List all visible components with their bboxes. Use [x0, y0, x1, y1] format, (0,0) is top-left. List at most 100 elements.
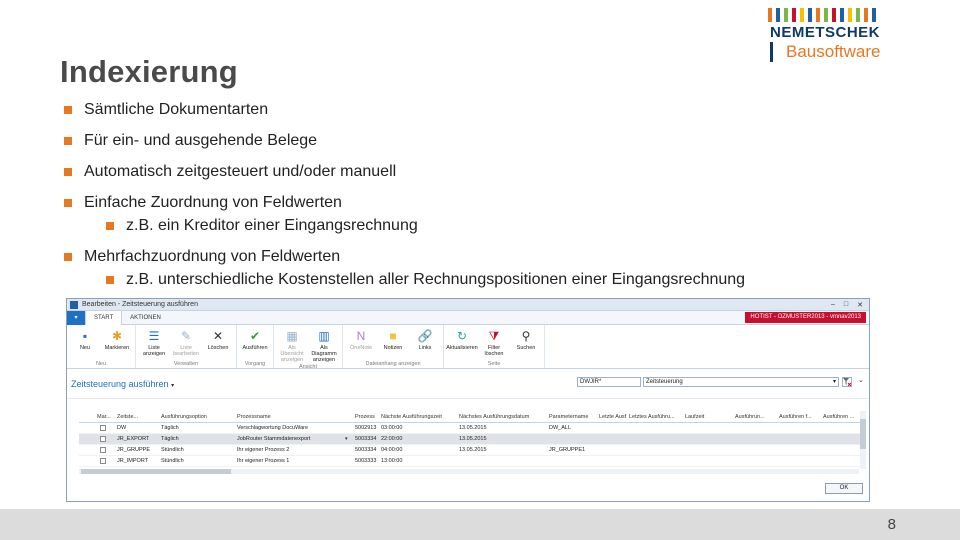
table-cell[interactable]: 13.05.2015	[457, 447, 547, 453]
table-cell[interactable]: Verschlagwortung DocuWare	[235, 425, 353, 431]
page-number: 8	[887, 516, 896, 533]
tab-start[interactable]: START	[85, 310, 123, 325]
column-header[interactable]: Letzte Ausf...	[597, 414, 627, 420]
table-cell[interactable]: JR_EXPORT	[115, 436, 159, 442]
chevron-down-icon[interactable]: ▾	[345, 436, 353, 442]
table-row[interactable]: JR_EXPORT Täglich JobRouter Stammdatenexpo…	[79, 434, 865, 445]
server-badge: HOTIST - OZMUSTER2013 - vmnav2013	[745, 312, 866, 323]
table-cell[interactable]: Stündlich	[159, 458, 235, 464]
column-header[interactable]: Prozess	[353, 414, 379, 420]
list-view-button[interactable]: ☰ Liste anzeigen	[138, 325, 170, 360]
clear-filter-button[interactable]	[842, 377, 852, 387]
logo-bar	[856, 8, 860, 22]
bullet-list: Sämtliche Dokumentarten Für ein- und ausg…	[64, 100, 944, 301]
horizontal-scrollbar[interactable]	[79, 469, 859, 474]
expand-filter-button[interactable]: ⌄	[858, 376, 864, 384]
logo-subtitle: Bausoftware	[786, 42, 881, 61]
table-cell[interactable]: Ihr eigener Prozess 2	[235, 447, 353, 453]
maximize-button[interactable]: □	[844, 301, 848, 309]
ribbon-group-label: Verwalten	[173, 361, 199, 367]
mark-checkbox[interactable]	[100, 436, 106, 442]
table-cell[interactable]: 5003333	[353, 458, 379, 464]
mark-checkbox-cell[interactable]	[95, 458, 115, 464]
table-cell[interactable]: Täglich	[159, 425, 235, 431]
table-cell[interactable]: Täglich	[159, 436, 235, 442]
vertical-scroll-thumb[interactable]	[860, 419, 866, 449]
column-header[interactable]: Nächstes Ausführungsdatum	[457, 414, 547, 420]
slide-title: Indexierung	[60, 54, 238, 89]
table-cell[interactable]: 5002913	[353, 425, 379, 431]
new-button[interactable]: ▪ Neu	[69, 325, 101, 360]
run-button[interactable]: ✔ Ausführen	[239, 325, 271, 360]
bullet-text: Automatisch zeitgesteuert und/oder manue…	[84, 163, 397, 180]
horizontal-scroll-thumb[interactable]	[81, 469, 231, 474]
mark-checkbox[interactable]	[100, 425, 106, 431]
table-cell[interactable]: Stündlich	[159, 447, 235, 453]
column-header[interactable]: Ausführen ...	[821, 414, 865, 420]
table-cell[interactable]: JR_GRUPPE	[115, 447, 159, 453]
table-cell[interactable]: 04:00:00	[379, 447, 457, 453]
ok-button[interactable]: OK	[825, 483, 863, 494]
links-button[interactable]: 🔗 Links	[409, 325, 441, 360]
notes-button[interactable]: ■ Notizen	[377, 325, 409, 360]
clear-filter-button[interactable]: ⧩ Filter löschen	[478, 325, 510, 360]
column-header[interactable]: Letztes Ausführu...	[627, 414, 683, 420]
column-header[interactable]: Laufzeit	[683, 414, 733, 420]
column-header[interactable]: Ausführun...	[733, 414, 777, 420]
logo-stem	[770, 42, 773, 62]
table-row[interactable]: JR_GRUPPE Stündlich Ihr eigener Prozess 25…	[79, 445, 865, 456]
table-cell[interactable]: Ihr eigener Prozess 1	[235, 458, 353, 464]
bullet-item: Mehrfachzuordnung von Feldwerten	[64, 247, 944, 267]
list-view-icon: ☰	[148, 329, 160, 343]
table-cell[interactable]: 5003334	[353, 436, 379, 442]
refresh-button[interactable]: ↻ Aktualisieren	[446, 325, 478, 360]
column-header[interactable]: Zeitste...	[115, 414, 159, 420]
mark-checkbox-cell[interactable]	[95, 425, 115, 431]
table-cell[interactable]: 03:00:00	[379, 425, 457, 431]
tab-aktionen[interactable]: AKTIONEN	[122, 311, 169, 325]
mark-checkbox[interactable]	[100, 447, 106, 453]
file-menu-button[interactable]: ▾	[67, 310, 85, 325]
table-cell[interactable]: JR_IMPORT	[115, 458, 159, 464]
mark-checkbox-cell[interactable]	[95, 436, 115, 442]
binoculars-button[interactable]: ⚲ Suchen	[510, 325, 542, 360]
mark-checkbox[interactable]	[100, 458, 106, 464]
column-header[interactable]: Parametername	[547, 414, 597, 420]
list-edit-icon: ✎	[180, 329, 192, 343]
column-header[interactable]: Ausführungsoption	[159, 414, 235, 420]
column-header[interactable]: Mar...	[95, 414, 115, 420]
table-cell[interactable]: 13.05.2015	[457, 425, 547, 431]
column-header[interactable]: Nächste Ausführungszeit	[379, 414, 457, 420]
table-cell[interactable]: DW_ALL	[547, 425, 597, 431]
window-controls: – □ ✕	[831, 301, 869, 309]
ribbon-group: ▪ Neu ✱ Markieren Neu	[67, 325, 136, 368]
table-row[interactable]: JR_IMPORT Stündlich Ihr eigener Prozess 15…	[79, 456, 865, 467]
logo-bar	[784, 8, 788, 22]
table-cell[interactable]: JR_GRUPPE1	[547, 447, 597, 453]
ribbon-button-label: Links	[418, 345, 432, 351]
table-cell[interactable]: 13.05.2015	[457, 436, 547, 442]
table-cell[interactable]: JobRouter Stammdatenexport	[235, 436, 353, 442]
table-cell[interactable]: 22:00:00	[379, 436, 457, 442]
table-cell[interactable]: DW	[115, 425, 159, 431]
filter-view-select[interactable]: Zeitsteuerung ▾	[643, 377, 839, 387]
close-button[interactable]: ✕	[857, 301, 863, 309]
bullet-text: Sämtliche Dokumentarten	[84, 101, 269, 118]
column-header[interactable]: Prozessname	[235, 414, 353, 420]
minimize-button[interactable]: –	[831, 301, 835, 309]
table-row[interactable]: DW Täglich Verschlagwortung DocuWare 500291…	[79, 423, 865, 434]
mark-checkbox-cell[interactable]	[95, 447, 115, 453]
vertical-scrollbar[interactable]	[860, 411, 866, 469]
window-titlebar: Bearbeiten - Zeitsteuerung ausführen – □…	[67, 299, 869, 311]
chart-button[interactable]: ▥ Als Diagramm anzeigen	[308, 325, 340, 363]
delete-button[interactable]: ✕ Löschen	[202, 325, 234, 360]
mark-button[interactable]: ✱ Markieren	[101, 325, 133, 360]
sheet-title[interactable]: Zeitsteuerung ausführen ▾	[71, 379, 174, 389]
table-cell[interactable]: 5003334	[353, 447, 379, 453]
table-cell[interactable]: 13:00:00	[379, 458, 457, 464]
ribbon-group-label: Seite	[487, 361, 501, 367]
chevron-down-icon: ▾	[832, 379, 836, 385]
filter-field-input[interactable]: DWJIR*	[577, 377, 641, 387]
column-header[interactable]: Ausführen f...	[777, 414, 821, 420]
bullet-marker	[106, 276, 114, 284]
